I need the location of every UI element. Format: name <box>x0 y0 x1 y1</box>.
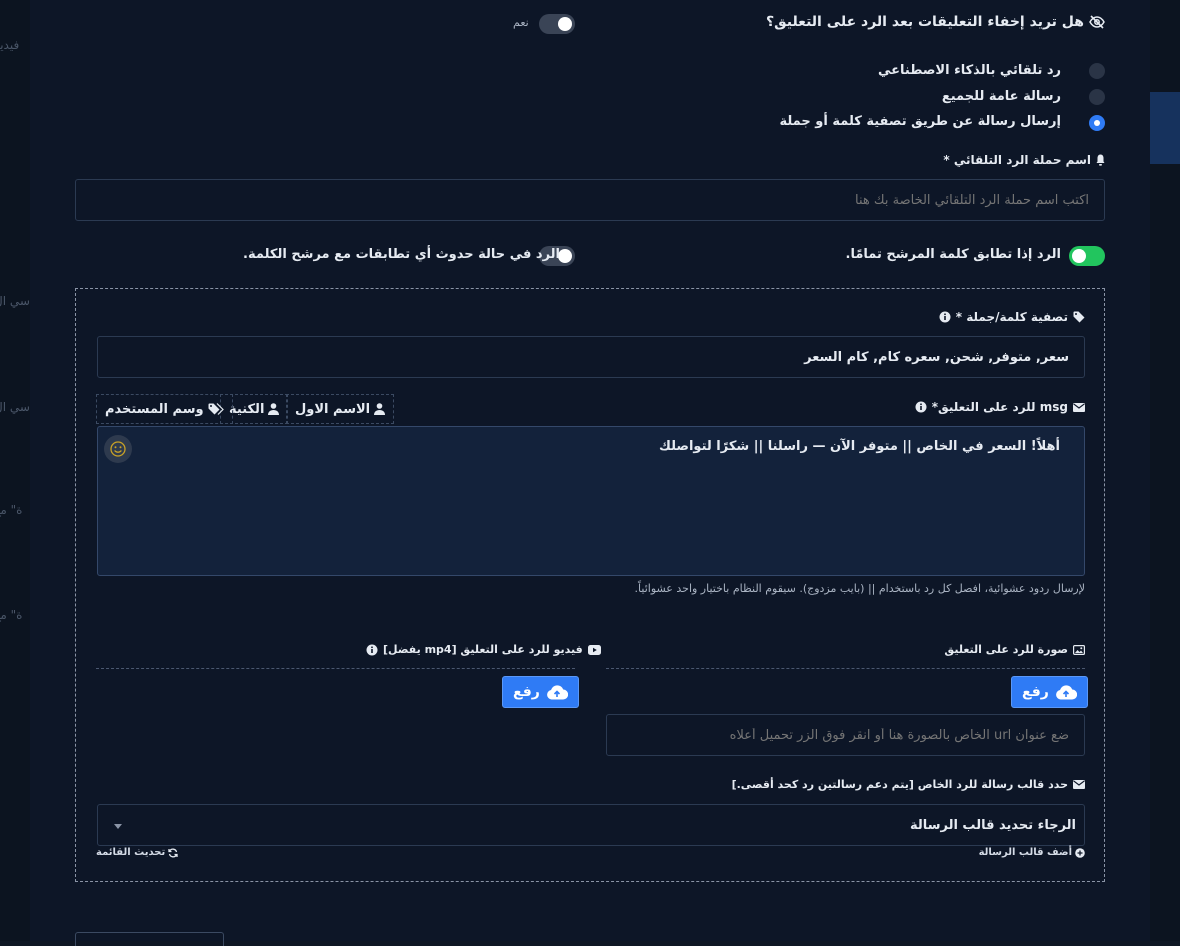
radio-filter-message-label: إرسال رسالة عن طريق تصفية كلمة أو جملة <box>779 114 1061 129</box>
exact-match-label: الرد إذا تطابق كلمة المرشح تمامًا. <box>846 247 1061 262</box>
template-label: حدد قالب رسالة للرد الخاص [يتم دعم رسالت… <box>732 778 1085 791</box>
video-upload-button[interactable]: رفع <box>502 676 579 708</box>
tags-icon <box>208 403 224 415</box>
refresh-icon <box>168 848 178 858</box>
user-icon <box>374 403 385 415</box>
image-icon <box>1073 645 1085 655</box>
info-icon <box>915 401 927 413</box>
filter-label: تصفية كلمة/جملة * <box>939 310 1085 324</box>
background-highlight <box>1150 92 1180 164</box>
info-icon <box>366 644 378 656</box>
radio-general-message[interactable] <box>1089 89 1105 105</box>
exact-match-toggle[interactable] <box>1069 246 1105 266</box>
video-reply-label: فيديو للرد على التعليق [mp4 يفضل] <box>366 643 601 656</box>
campaign-name-input[interactable] <box>75 179 1105 221</box>
radio-ai-reply-label: رد تلقائي بالذكاء الاصطناعي <box>878 63 1061 78</box>
tag-icon <box>1073 311 1085 323</box>
hide-comments-label: هل تريد إخفاء التعليقات بعد الرد على الت… <box>766 14 1105 30</box>
random-reply-hint: لإرسال ردود عشوائية، افصل كل رد باستخدام… <box>635 582 1085 595</box>
background-right-panel <box>1150 0 1180 941</box>
insert-user-tag-button[interactable]: وسم المستخدم <box>96 394 233 424</box>
ghost-text: اسي ال <box>0 400 30 414</box>
radio-general-message-label: رسالة عامة للجميع <box>942 89 1061 104</box>
emoji-picker-button[interactable] <box>104 435 132 463</box>
video-reply-divider <box>96 668 575 669</box>
filter-input[interactable]: سعر, متوفر, شحن, سعره كام, كام السعر <box>97 336 1085 378</box>
campaign-form-modal: هل تريد إخفاء التعليقات بعد الرد على الت… <box>30 0 1150 941</box>
eye-slash-icon <box>1089 15 1105 29</box>
plus-circle-icon <box>1075 848 1085 858</box>
add-template-link[interactable]: أضف قالب الرسالة <box>979 847 1085 858</box>
message-text: أهلاً! السعر في الخاص || متوفر الآن — را… <box>659 439 1060 454</box>
bell-icon <box>1096 154 1105 166</box>
insert-first-name-button[interactable]: الاسم الاول <box>286 394 394 424</box>
user-icon <box>268 403 279 415</box>
ghost-text: ة" مع <box>0 608 22 622</box>
campaign-name-label: اسم حملة الرد التلقائي * <box>943 153 1105 167</box>
ghost-text: فيديو <box>0 38 19 52</box>
ghost-text: اسي ال <box>0 294 30 308</box>
partial-match-label: الرد في حالة حدوث أي تطابقات مع مرشح الك… <box>243 247 560 262</box>
radio-filter-message[interactable] <box>1089 115 1105 131</box>
chevron-down-icon <box>114 824 122 829</box>
template-select[interactable]: الرجاء تحديد قالب الرسالة <box>97 804 1085 846</box>
image-upload-button[interactable]: رفع <box>1011 676 1088 708</box>
youtube-icon <box>588 645 601 655</box>
ghost-text: ة" مع <box>0 503 22 517</box>
hide-comments-toggle[interactable] <box>539 14 575 34</box>
message-textarea[interactable]: أهلاً! السعر في الخاص || متوفر الآن — را… <box>97 426 1085 576</box>
footer-button[interactable] <box>75 932 224 946</box>
cloud-upload-icon <box>1055 685 1077 700</box>
hide-comments-toggle-text: نعم <box>513 16 529 29</box>
smile-icon <box>110 441 126 457</box>
radio-ai-reply[interactable] <box>1089 63 1105 79</box>
refresh-list-link[interactable]: تحديث القائمة <box>96 847 178 858</box>
envelope-icon <box>1073 403 1085 412</box>
info-icon <box>939 311 951 323</box>
message-label: msg للرد على التعليق* <box>915 400 1085 414</box>
image-reply-divider <box>606 668 1085 669</box>
envelope-icon <box>1073 780 1085 789</box>
background-left-panel: فيديو اسي ال اسي ال ة" مع ة" مع <box>0 0 30 941</box>
template-select-value: الرجاء تحديد قالب الرسالة <box>910 818 1076 833</box>
image-reply-label: صورة للرد على التعليق <box>944 643 1085 656</box>
image-url-input[interactable] <box>606 714 1085 756</box>
cloud-upload-icon <box>546 685 568 700</box>
